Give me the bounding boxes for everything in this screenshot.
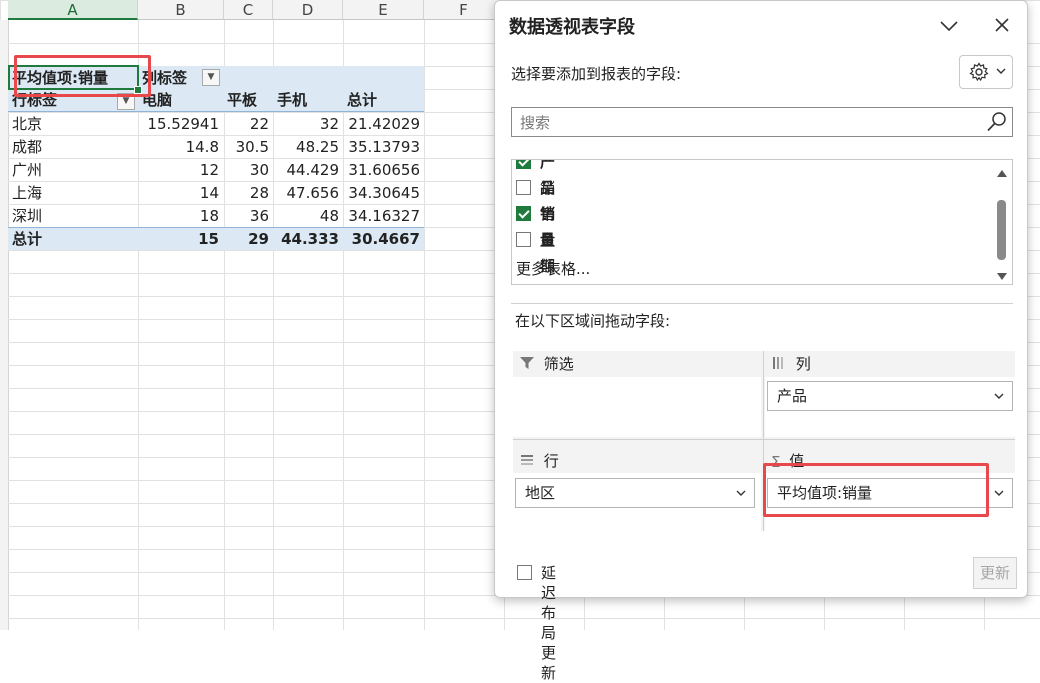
pivot-cell[interactable]: 28 xyxy=(224,182,269,205)
defer-checkbox[interactable] xyxy=(517,565,532,580)
pane-title: 数据透视表字段 xyxy=(509,17,635,38)
defer-label: 延迟布局更新 xyxy=(541,564,557,682)
column-header-b[interactable]: B xyxy=(138,0,224,20)
section-divider xyxy=(511,303,1013,304)
columns-icon xyxy=(771,355,787,375)
pivot-header-cell[interactable]: 手机 xyxy=(277,89,307,112)
chevron-down-icon[interactable] xyxy=(736,479,746,518)
pivot-total-cell[interactable]: 30.4667 xyxy=(343,228,420,251)
column-header-a[interactable]: A xyxy=(8,0,138,20)
scroll-down-icon[interactable] xyxy=(996,268,1008,284)
pivot-cell[interactable]: 34.16327 xyxy=(343,205,420,228)
rows-field-label: 地区 xyxy=(525,484,556,502)
pivot-header-cell[interactable]: 总计 xyxy=(347,89,377,112)
highlight-annotation xyxy=(14,55,151,97)
field-search-input[interactable] xyxy=(518,112,982,134)
zone-divider-horizontal xyxy=(513,439,1015,440)
pivot-cell[interactable]: 15.52941 xyxy=(138,113,219,136)
columns-field-label: 产品 xyxy=(777,387,808,405)
filter-zone-label: 筛选 xyxy=(543,355,574,373)
pivot-cell[interactable]: 47.656 xyxy=(273,182,340,205)
rows-field-pill[interactable]: 地区 xyxy=(515,478,755,508)
pivot-cell[interactable]: 36 xyxy=(224,205,269,228)
columns-zone-header: 列 xyxy=(771,353,811,375)
pivot-total-cell[interactable]: 15 xyxy=(138,228,219,251)
more-tables-label: 更多表格... xyxy=(516,260,591,278)
pivot-cell[interactable]: 14.8 xyxy=(138,136,219,159)
chevron-down-icon[interactable] xyxy=(935,15,963,39)
update-button[interactable]: 更新 xyxy=(973,557,1017,589)
column-header-c[interactable]: C xyxy=(224,0,273,20)
pivot-cell[interactable]: 30 xyxy=(224,159,269,182)
close-icon[interactable] xyxy=(989,15,1015,39)
checkbox-checked[interactable] xyxy=(516,160,531,169)
checkbox[interactable] xyxy=(516,232,531,247)
pivot-total-cell[interactable]: 44.333 xyxy=(273,228,339,251)
checkbox[interactable] xyxy=(516,180,531,195)
pivot-cell[interactable]: 22 xyxy=(224,113,269,136)
column-filter-dropdown-icon[interactable]: ▼ xyxy=(202,69,220,86)
pivot-total-name[interactable]: 总计 xyxy=(12,228,42,251)
pivot-row-name[interactable]: 上海 xyxy=(12,182,42,205)
chevron-down-icon[interactable] xyxy=(994,479,1004,518)
drag-fields-label: 在以下区域间拖动字段: xyxy=(515,312,671,330)
field-search-box[interactable] xyxy=(511,107,1013,137)
columns-field-pill[interactable]: 产品 xyxy=(767,381,1013,411)
pivot-cell[interactable]: 18 xyxy=(138,205,219,228)
pivot-header-cell[interactable]: 平板 xyxy=(227,89,257,112)
pivot-row-name[interactable]: 深圳 xyxy=(12,205,42,228)
column-header-f[interactable]: F xyxy=(424,0,504,20)
pivot-cell[interactable]: 35.13793 xyxy=(343,136,420,159)
tools-button[interactable] xyxy=(959,55,1013,89)
pivot-cell[interactable]: 44.429 xyxy=(273,159,340,182)
scroll-thumb[interactable] xyxy=(997,200,1006,260)
pivot-field-pane: 数据透视表字段 选择要添加到报表的字段: 产品 销售日期 xyxy=(494,0,1028,682)
rows-zone-label: 行 xyxy=(543,452,559,470)
pivot-cell[interactable]: 32 xyxy=(273,113,339,136)
rows-icon xyxy=(519,452,535,472)
pivot-cell[interactable]: 30.5 xyxy=(224,136,269,159)
filter-icon xyxy=(519,355,535,375)
pivot-cell[interactable]: 12 xyxy=(138,159,219,182)
scroll-up-icon[interactable] xyxy=(996,164,1008,182)
chevron-down-icon xyxy=(996,64,1006,81)
checkbox-checked[interactable] xyxy=(516,206,531,221)
field-list-scrollbar[interactable] xyxy=(992,160,1012,284)
pivot-cell[interactable]: 14 xyxy=(138,182,219,205)
more-tables-link[interactable]: 更多表格... xyxy=(516,256,590,282)
pivot-total-cell[interactable]: 29 xyxy=(224,228,269,251)
highlight-annotation xyxy=(763,463,989,517)
search-icon[interactable] xyxy=(986,111,1008,137)
pivot-row-name[interactable]: 成都 xyxy=(12,136,42,159)
chevron-down-icon[interactable] xyxy=(994,382,1004,421)
filter-zone-header: 筛选 xyxy=(519,353,574,375)
pivot-cell[interactable]: 31.60656 xyxy=(343,159,420,182)
pivot-row-name[interactable]: 北京 xyxy=(12,113,42,136)
columns-zone-label: 列 xyxy=(795,355,811,373)
field-list[interactable]: 产品 销售日期 销量 金额 更多表格... xyxy=(511,159,1013,285)
pane-subtitle: 选择要添加到报表的字段: xyxy=(511,65,682,83)
pivot-cell[interactable]: 48.25 xyxy=(273,136,339,159)
pivot-cell[interactable]: 34.30645 xyxy=(343,182,420,205)
column-header-e[interactable]: E xyxy=(343,0,424,20)
rows-zone-header: 行 xyxy=(519,450,559,472)
filter-zone[interactable] xyxy=(513,377,761,437)
pivot-cell[interactable]: 21.42029 xyxy=(343,113,420,136)
pivot-cell[interactable]: 48 xyxy=(273,205,339,228)
column-header-d[interactable]: D xyxy=(273,0,343,20)
pivot-row-name[interactable]: 广州 xyxy=(12,159,42,182)
gear-icon xyxy=(969,62,989,86)
